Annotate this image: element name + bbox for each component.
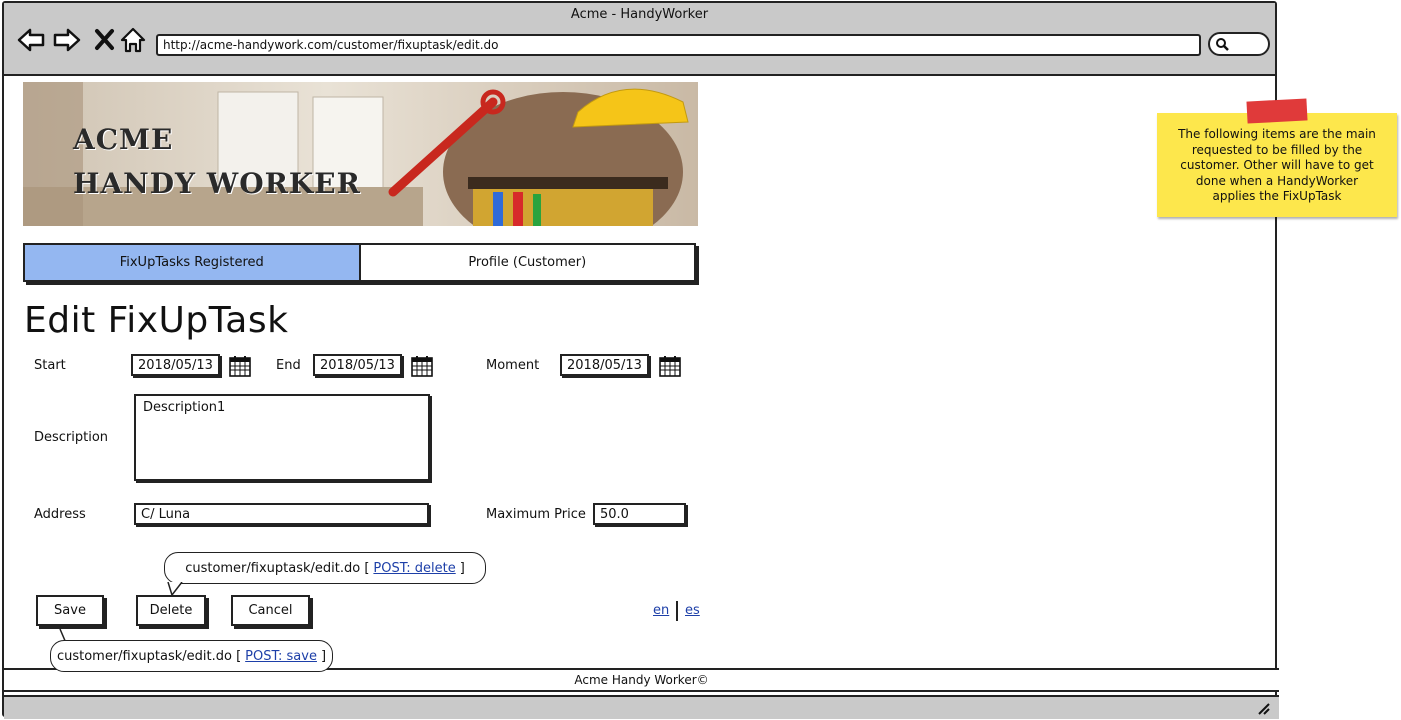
language-separator (676, 601, 678, 621)
callout-tail (167, 582, 183, 596)
moment-date-field[interactable]: 2018/05/13 (560, 354, 649, 376)
sticky-tape (1246, 98, 1308, 124)
max-price-field[interactable]: 50.0 (593, 503, 686, 525)
calendar-icon[interactable] (411, 355, 433, 377)
banner-logo-text: ACME HANDY WORKER (73, 123, 361, 200)
search-field[interactable] (1208, 32, 1270, 56)
end-date-field[interactable]: 2018/05/13 (313, 354, 402, 376)
window-title: Acme - HandyWorker (570, 7, 709, 22)
max-price-label: Maximum Price (486, 507, 586, 522)
start-date-field[interactable]: 2018/05/13 (131, 354, 220, 376)
language-es-link[interactable]: es (685, 603, 700, 618)
save-action-callout: customer/fixuptask/edit.do [ POST: save … (50, 640, 333, 672)
description-label: Description (34, 430, 109, 445)
url-bar[interactable]: http://acme-handywork.com/customer/fixup… (156, 34, 1201, 56)
back-arrow-icon[interactable] (16, 25, 46, 55)
delete-button[interactable]: Delete (136, 595, 206, 626)
search-icon (1216, 38, 1229, 51)
description-textarea[interactable]: Description1 (134, 394, 430, 481)
calendar-icon[interactable] (229, 355, 251, 377)
delete-action-callout: customer/fixuptask/edit.do [ POST: delet… (164, 552, 486, 584)
save-button[interactable]: Save (36, 595, 104, 626)
cancel-button[interactable]: Cancel (231, 595, 310, 626)
tab-profile-customer[interactable]: Profile (Customer) (360, 245, 694, 280)
moment-label: Moment (486, 358, 540, 373)
start-label: Start (34, 358, 66, 373)
home-icon[interactable] (118, 25, 148, 55)
post-save-link[interactable]: POST: save (245, 649, 317, 664)
banner-image: ACME HANDY WORKER (23, 82, 698, 226)
sticky-note: The following items are the main request… (1157, 113, 1397, 217)
tab-fixuptasks-registered[interactable]: FixUpTasks Registered (25, 245, 361, 280)
end-label: End (276, 358, 301, 373)
resize-grip-icon[interactable] (1255, 701, 1271, 715)
browser-toolbar: Acme - HandyWorker http://acme-handywork… (4, 3, 1275, 76)
browser-statusbar (4, 695, 1279, 719)
stop-x-icon[interactable] (90, 25, 120, 55)
post-delete-link[interactable]: POST: delete (373, 561, 455, 576)
language-en-link[interactable]: en (653, 603, 669, 618)
main-tabs: FixUpTasks Registered Profile (Customer) (23, 243, 696, 282)
address-label: Address (34, 507, 86, 522)
page-title: Edit FixUpTask (24, 300, 289, 341)
address-field[interactable]: C/ Luna (134, 503, 429, 525)
calendar-icon[interactable] (659, 355, 681, 377)
forward-arrow-icon[interactable] (52, 25, 82, 55)
